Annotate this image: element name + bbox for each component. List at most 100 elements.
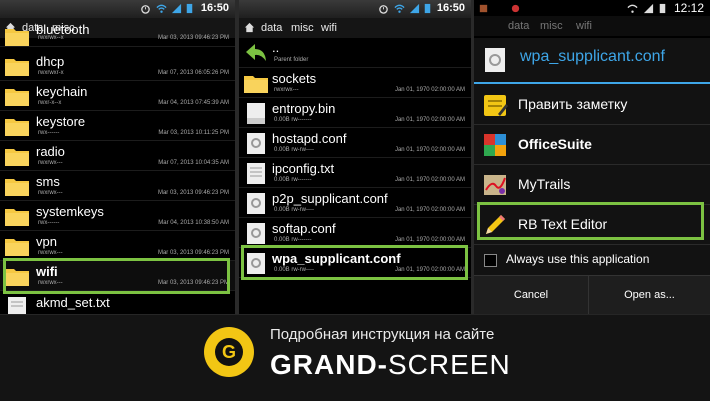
open-with-dialog-panel: 12:12 data misc wifi wpa_supplicant.conf… <box>474 0 710 314</box>
cancel-button[interactable]: Cancel <box>474 276 589 314</box>
folder-icon <box>5 239 29 256</box>
battery-icon <box>659 3 666 14</box>
file-meta: rwxrwx--- <box>274 87 299 93</box>
list-item-sms[interactable]: sms rwxrwx--- Mar 03, 2013 09:46:23 PM <box>0 171 235 201</box>
list-item-hostapd-conf[interactable]: hostapd.conf 0.00B rw-rw---- Jan 01, 197… <box>239 128 471 158</box>
status-bar: 12:12 <box>474 0 710 16</box>
option-label: Править заметку <box>518 96 628 112</box>
file-date: Jan 01, 1970 02:00:00 AM <box>394 147 465 153</box>
file-name: entropy.bin <box>272 101 336 116</box>
breadcrumb-wifi[interactable]: wifi <box>321 22 337 34</box>
highlight-rb-text-editor <box>477 202 704 240</box>
breadcrumb-data[interactable]: data <box>261 22 282 34</box>
folder-icon <box>5 89 29 106</box>
always-use-label: Always use this application <box>506 252 650 266</box>
list-item-parent-folder[interactable]: .. Parent folder <box>239 38 471 68</box>
home-icon[interactable] <box>244 22 255 33</box>
list-item-ipconfig-txt[interactable]: ipconfig.txt 0.00B rw------- Jan 01, 197… <box>239 158 471 188</box>
folder-icon <box>244 76 268 93</box>
battery-icon <box>424 3 431 14</box>
list-item-softap-conf[interactable]: softap.conf 0.00B rw------- Jan 01, 1970… <box>239 218 471 248</box>
file-name: dhcp <box>36 54 65 69</box>
file-date: Mar 07, 2013 06:05:26 PM <box>157 70 229 76</box>
app-notification-icon <box>479 4 488 13</box>
config-file-icon <box>247 133 265 154</box>
brand-bold: GRAND- <box>270 349 388 380</box>
file-name: ipconfig.txt <box>272 161 335 176</box>
text-file-icon <box>8 297 26 314</box>
option-mytrails[interactable]: MyTrails <box>474 165 710 205</box>
alarm-icon <box>141 5 150 14</box>
banner-brand: GRAND-SCREEN <box>270 349 511 381</box>
config-file-icon <box>485 48 505 72</box>
clock: 16:50 <box>436 2 465 14</box>
folder-icon <box>5 29 29 46</box>
list-item-dhcp[interactable]: dhcp rwxrwxr-x Mar 07, 2013 06:05:26 PM <box>0 51 235 81</box>
list-item-entropy-bin[interactable]: entropy.bin 0.00B rw------- Jan 01, 1970… <box>239 98 471 128</box>
folder-icon <box>5 59 29 76</box>
open-as-button[interactable]: Open as... <box>589 276 710 314</box>
banner-subtitle: Подробная инструкция на сайте <box>270 326 495 343</box>
back-arrow-icon <box>246 44 266 61</box>
wifi-signal-icon <box>156 4 167 13</box>
list-item-systemkeys[interactable]: systemkeys rwx------ Mar 04, 2013 10:38:… <box>0 201 235 231</box>
option-label: OfficeSuite <box>518 136 592 152</box>
file-date: Mar 03, 2013 09:46:23 PM <box>157 250 229 256</box>
list-item-sockets[interactable]: sockets rwxrwx--- Jan 01, 1970 02:00:00 … <box>239 68 471 98</box>
file-permissions: rwxrwx--- <box>38 160 63 166</box>
cell-signal-icon <box>171 3 182 14</box>
file-name: vpn <box>36 234 57 249</box>
file-browser-panel-misc: 16:50 data misc bluetooth rwxrwx--x Mar … <box>0 0 235 314</box>
notification-icon <box>511 4 520 13</box>
list-item-bluetooth[interactable]: bluetooth rwxrwx--x Mar 03, 2013 09:46:2… <box>0 22 235 47</box>
file-date: Jan 01, 1970 02:00:00 AM <box>394 237 465 243</box>
list-item-keystore[interactable]: keystore rwx------ Mar 03, 2013 10:11:25… <box>0 111 235 141</box>
list-item-akmd-set-txt[interactable]: akmd_set.txt <box>0 292 235 314</box>
list-item-radio[interactable]: radio rwxrwx--- Mar 07, 2013 10:04:35 AM <box>0 141 235 171</box>
file-name: p2p_supplicant.conf <box>272 191 388 206</box>
file-date: Mar 04, 2013 07:45:39 AM <box>158 100 229 106</box>
file-permissions: rwxrwx--x <box>38 35 64 41</box>
parent-folder-label: Parent folder <box>274 57 309 63</box>
file-name: systemkeys <box>36 204 104 219</box>
file-browser-panel-wifi: 16:50 data misc wifi .. Parent folder so… <box>239 0 471 314</box>
list-item-keychain[interactable]: keychain rwxr-x--x Mar 04, 2013 07:45:39… <box>0 81 235 111</box>
list-item-p2p-supplicant-conf[interactable]: p2p_supplicant.conf 0.00B rw-rw---- Jan … <box>239 188 471 218</box>
alarm-icon <box>379 5 388 14</box>
breadcrumb-wifi: wifi <box>576 20 592 32</box>
file-meta: 0.00B rw------- <box>274 177 312 183</box>
file-meta: 0.00B rw------- <box>274 117 312 123</box>
file-name: softap.conf <box>272 221 336 236</box>
option-label: MyTrails <box>518 176 571 192</box>
always-use-row[interactable]: Always use this application <box>474 245 710 275</box>
wifi-signal-icon <box>394 4 405 13</box>
dialog-button-bar: Cancel Open as... <box>474 275 710 314</box>
file-name: keychain <box>36 84 88 99</box>
option-edit-note[interactable]: Править заметку <box>474 85 710 125</box>
site-banner: G Подробная инструкция на сайте GRAND-SC… <box>0 314 710 401</box>
file-date: Mar 03, 2013 09:46:23 PM <box>157 190 229 196</box>
file-date: Mar 03, 2013 09:46:23 PM <box>157 35 229 41</box>
dialog-title-bar: wpa_supplicant.conf <box>474 38 710 84</box>
config-file-icon <box>247 193 265 214</box>
battery-icon <box>186 3 193 14</box>
list-item-vpn[interactable]: vpn rwxrwx--- Mar 03, 2013 09:46:23 PM <box>0 231 235 261</box>
file-date: Mar 04, 2013 10:38:50 AM <box>158 220 229 226</box>
file-name: akmd_set.txt <box>36 295 110 310</box>
file-date: Jan 01, 1970 02:00:00 AM <box>394 117 465 123</box>
breadcrumb: data misc wifi <box>474 16 710 36</box>
cell-signal-icon <box>643 3 654 14</box>
status-bar: 16:50 <box>239 0 471 18</box>
option-officesuite[interactable]: OfficeSuite <box>474 125 710 165</box>
always-use-checkbox[interactable] <box>484 254 497 267</box>
officesuite-icon <box>484 134 506 156</box>
breadcrumb-misc[interactable]: misc <box>291 22 314 34</box>
file-name: hostapd.conf <box>272 131 347 146</box>
note-edit-icon <box>484 95 508 116</box>
brand-light: SCREEN <box>388 349 511 380</box>
file-permissions: rwxrwxr-x <box>38 70 64 76</box>
parent-folder-name: .. <box>272 40 280 55</box>
config-file-icon <box>247 223 265 244</box>
map-icon <box>484 175 506 195</box>
file-date: Mar 03, 2013 10:11:25 PM <box>158 130 229 136</box>
